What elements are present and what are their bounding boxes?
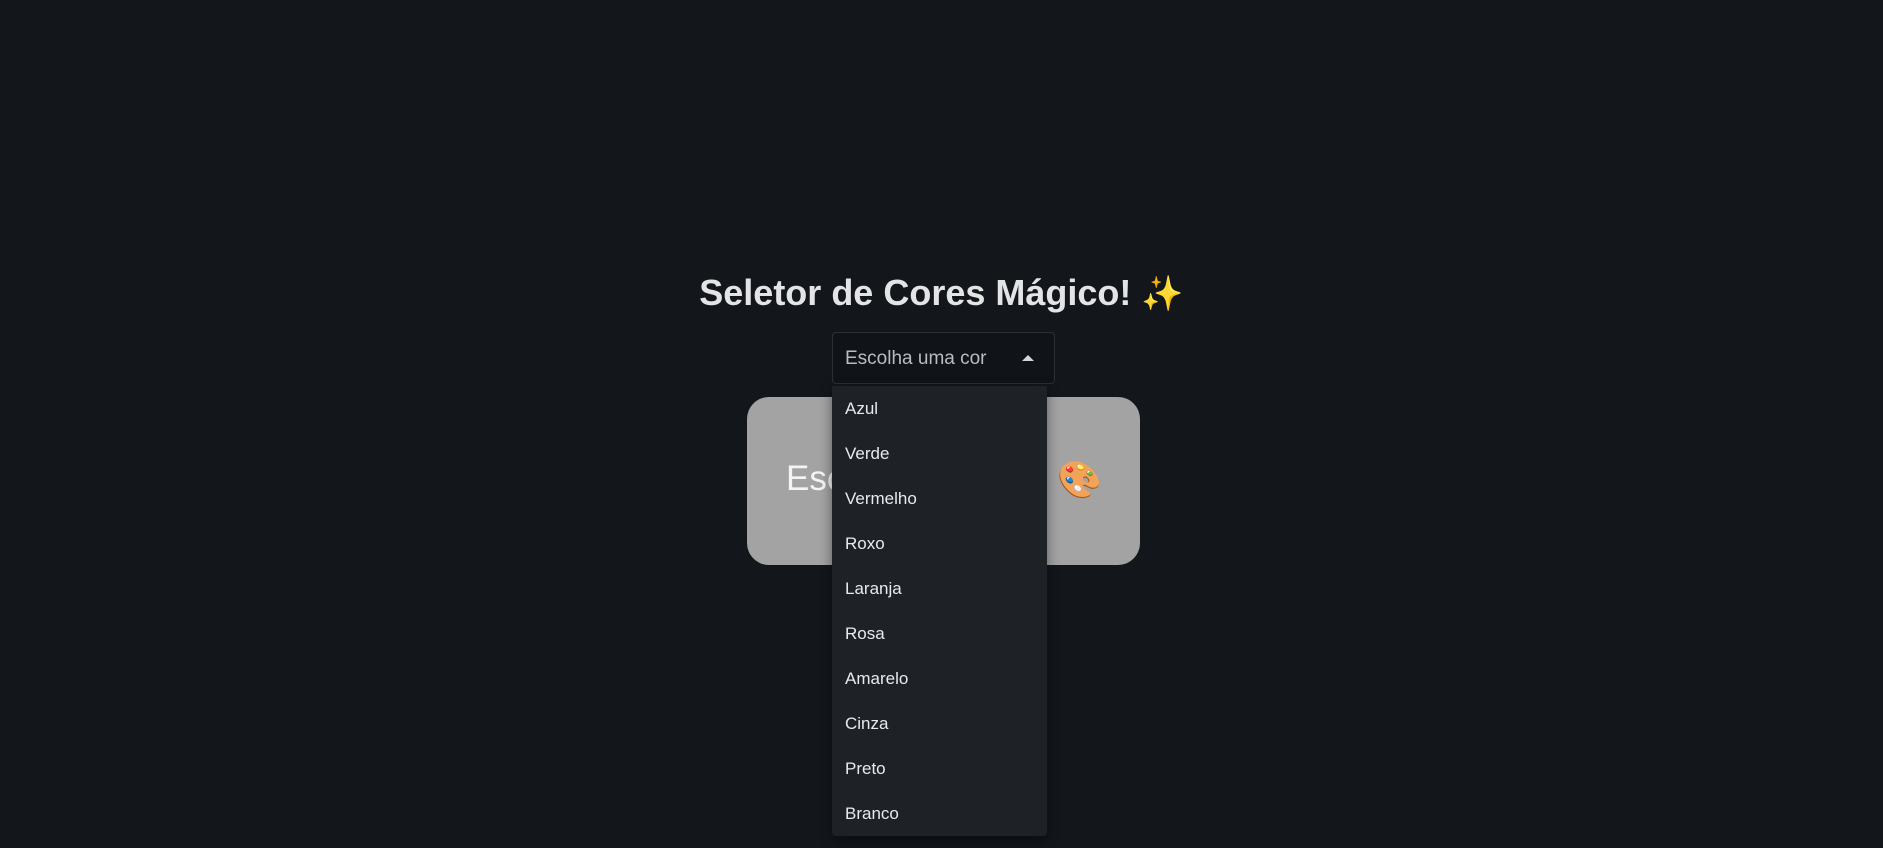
palette-icon: 🎨 bbox=[1057, 459, 1102, 500]
color-option-verde[interactable]: Verde bbox=[832, 431, 1047, 476]
color-option-azul[interactable]: Azul bbox=[832, 386, 1047, 431]
page-title-text: Seletor de Cores Mágico! bbox=[699, 272, 1132, 313]
color-options-menu: Azul Verde Vermelho Roxo Laranja Rosa Am… bbox=[832, 386, 1047, 836]
color-option-vermelho[interactable]: Vermelho bbox=[832, 476, 1047, 521]
color-select-placeholder: Escolha uma cor bbox=[845, 348, 987, 369]
color-option-cinza[interactable]: Cinza bbox=[832, 701, 1047, 746]
color-option-amarelo[interactable]: Amarelo bbox=[832, 656, 1047, 701]
color-option-roxo[interactable]: Roxo bbox=[832, 521, 1047, 566]
sparkles-icon: ✨ bbox=[1141, 275, 1184, 313]
page-title: Seletor de Cores Mágico! ✨ bbox=[0, 272, 1883, 314]
color-option-rosa[interactable]: Rosa bbox=[832, 611, 1047, 656]
color-option-branco[interactable]: Branco bbox=[832, 791, 1047, 836]
color-option-laranja[interactable]: Laranja bbox=[832, 566, 1047, 611]
caret-up-icon bbox=[1022, 355, 1034, 361]
color-picker-page: Seletor de Cores Mágico! ✨ Escolha uma c… bbox=[0, 0, 1883, 848]
color-select[interactable]: Escolha uma cor bbox=[832, 332, 1055, 384]
color-option-preto[interactable]: Preto bbox=[832, 746, 1047, 791]
